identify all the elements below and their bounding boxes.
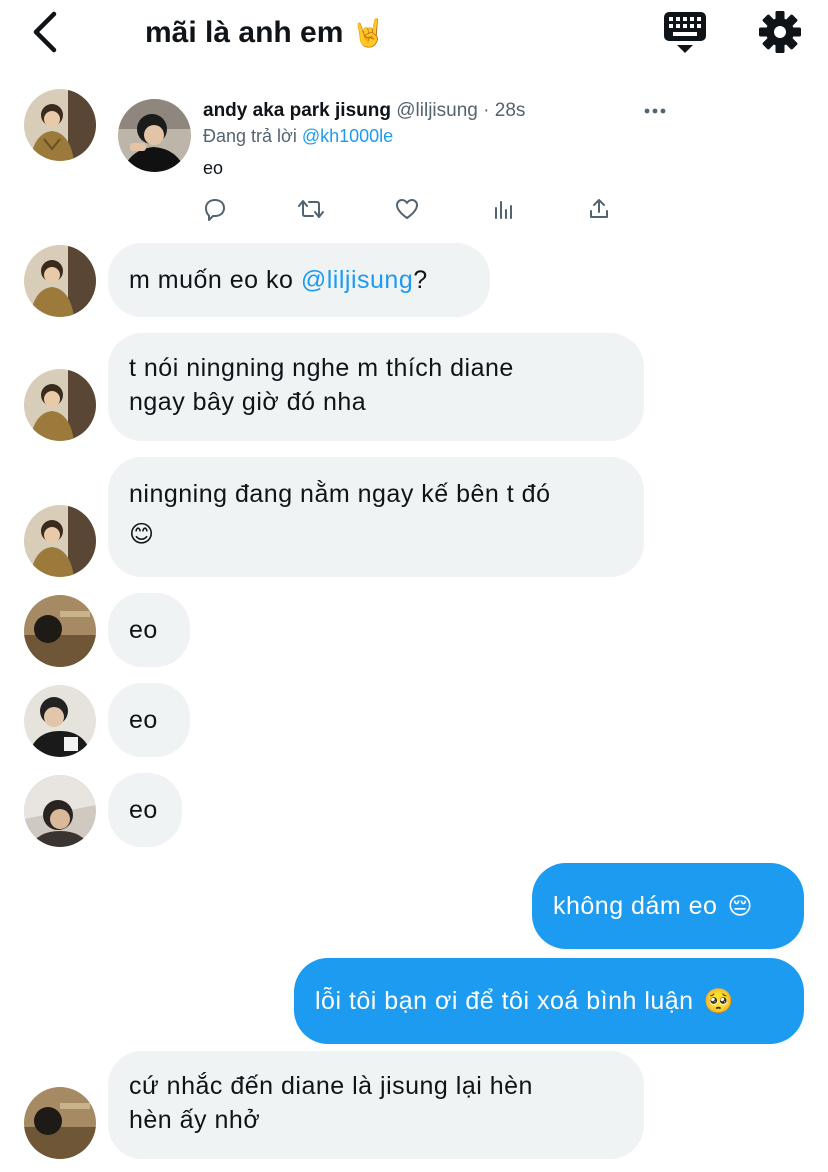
message-text: eo xyxy=(129,616,158,644)
like-icon xyxy=(396,199,418,219)
pensive-emoji: 😔 xyxy=(727,892,753,920)
sender-avatar[interactable] xyxy=(24,89,96,161)
message-bubble[interactable]: cứ nhắc đến diane là jisung lại hèn hèn … xyxy=(108,1051,644,1159)
sender-avatar[interactable] xyxy=(24,505,96,577)
message-bubble[interactable]: eo xyxy=(108,683,190,757)
message-text: t nói ningning nghe m thích diane xyxy=(129,354,514,382)
reply-prefix: Đang trả lời xyxy=(203,126,297,146)
tweet-retweet-button[interactable] xyxy=(294,194,328,224)
pleading-emoji: 🥺 xyxy=(703,987,734,1015)
smile-emoji: 😊 xyxy=(129,520,155,548)
tweet-reply-context: Đang trả lời @kh1000le xyxy=(203,124,393,148)
message-text: ? xyxy=(413,266,428,294)
tweet-reply-button[interactable] xyxy=(198,194,232,224)
share-icon xyxy=(590,199,608,218)
keyboard-icon xyxy=(664,12,706,53)
tweet-time: · 28s xyxy=(483,100,526,121)
message-text: hèn ấy nhở xyxy=(129,1106,261,1134)
sender-avatar[interactable] xyxy=(24,595,96,667)
tweet-share-button[interactable] xyxy=(582,194,616,224)
message-text: lỗi tôi bạn ơi để tôi xoá bình luận xyxy=(315,987,694,1015)
tweet-analytics-button[interactable] xyxy=(486,194,520,224)
my-message-bubble[interactable]: lỗi tôi bạn ơi để tôi xoá bình luận 🥺 xyxy=(294,958,804,1044)
sender-avatar[interactable] xyxy=(24,775,96,847)
message-bubble[interactable]: eo xyxy=(108,593,190,667)
gear-icon xyxy=(759,11,801,53)
tweet-header: andy aka park jisung @liljisung · 28s xyxy=(203,99,525,123)
message-bubble[interactable]: m muốn eo ko @liljisung? xyxy=(108,243,490,317)
analytics-icon xyxy=(495,201,512,219)
tweet-author-handle[interactable]: @liljisung xyxy=(396,100,478,121)
sender-avatar[interactable] xyxy=(24,245,96,317)
tweet-more-button[interactable] xyxy=(640,100,670,122)
sender-avatar[interactable] xyxy=(24,685,96,757)
message-text: cứ nhắc đến diane là jisung lại hèn xyxy=(129,1072,533,1100)
my-message-bubble[interactable]: không dám eo 😔 xyxy=(532,863,804,949)
tweet-like-button[interactable] xyxy=(390,194,424,224)
tweet-text: eo xyxy=(203,158,224,178)
message-text: không dám eo xyxy=(553,892,718,920)
message-bubble[interactable]: eo xyxy=(108,773,182,847)
keyboard-button[interactable] xyxy=(662,10,708,54)
message-text: eo xyxy=(129,796,158,824)
reply-icon xyxy=(205,199,225,221)
tweet-author-avatar[interactable] xyxy=(118,99,191,172)
message-bubble[interactable]: t nói ningning nghe m thích diane ngay b… xyxy=(108,333,644,441)
retweet-icon xyxy=(298,200,324,218)
rock-hand-emoji: 🤘 xyxy=(351,18,386,49)
sender-avatar[interactable] xyxy=(24,1087,96,1159)
message-text: ningning đang nằm ngay kế bên t đó xyxy=(129,480,551,508)
settings-button[interactable] xyxy=(756,8,804,56)
message-text: ngay bây giờ đó nha xyxy=(129,388,367,416)
message-text: eo xyxy=(129,706,158,734)
back-button[interactable] xyxy=(28,10,68,54)
more-dots-icon xyxy=(644,108,666,114)
sender-avatar[interactable] xyxy=(24,369,96,441)
message-bubble[interactable]: ningning đang nằm ngay kế bên t đó 😊 xyxy=(108,457,644,577)
conversation-title-text: mãi là anh em xyxy=(145,16,344,49)
message-mention[interactable]: @liljisung xyxy=(301,266,413,294)
message-text: m muốn eo ko xyxy=(129,266,301,294)
reply-to-mention[interactable]: @kh1000le xyxy=(302,126,393,146)
tweet-author-name[interactable]: andy aka park jisung xyxy=(203,100,391,121)
chevron-left-icon xyxy=(33,11,57,53)
conversation-title: mãi là anh em 🤘 xyxy=(145,14,385,53)
